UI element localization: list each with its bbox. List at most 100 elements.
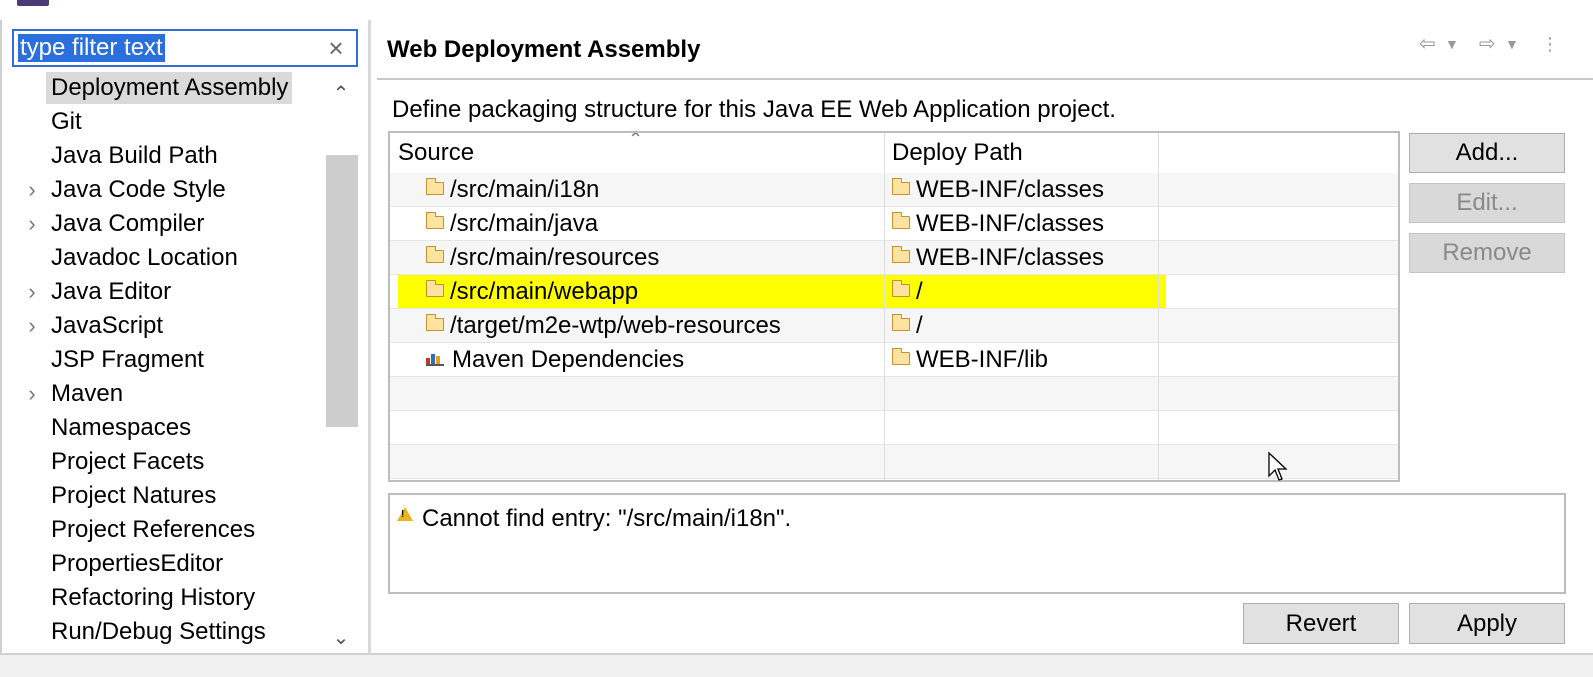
clear-filter-icon[interactable]: ×: [322, 33, 350, 63]
table-header: Source ⌃ Deploy Path: [390, 131, 1398, 173]
tree-item-label: Java Code Style: [51, 176, 226, 203]
remove-button[interactable]: Remove: [1409, 233, 1565, 273]
tree-item-label: Deployment Assembly: [46, 72, 293, 104]
folder-icon: [425, 212, 444, 230]
tree-item[interactable]: › Java Compiler: [2, 207, 324, 241]
source-path: /src/main/resources: [450, 244, 660, 271]
page-description: Define packaging structure for this Java…: [392, 96, 1116, 123]
folder-icon: [425, 280, 444, 298]
deploy-path: /: [916, 278, 923, 305]
title-separator: [377, 78, 1593, 80]
tree-item-label: Project Natures: [51, 482, 217, 509]
revert-button[interactable]: Revert: [1243, 603, 1399, 644]
page-title: Web Deployment Assembly: [387, 36, 701, 63]
table-row[interactable]: /target/m2e-wtp/web-resources /: [390, 309, 1398, 343]
tree-item-label: Git: [51, 108, 82, 135]
tree-scrollbar[interactable]: ⌃ ⌄: [324, 71, 358, 653]
more-options-icon[interactable]: ⋮: [1541, 32, 1559, 56]
deploy-path: WEB-INF/lib: [916, 346, 1048, 373]
tree-item-label: Java Build Path: [51, 142, 218, 169]
add-button[interactable]: Add...: [1409, 133, 1565, 173]
tree-item[interactable]: › Maven: [2, 377, 324, 411]
forward-arrow-icon[interactable]: ⇨: [1479, 32, 1496, 56]
expand-chevron-icon[interactable]: ›: [22, 211, 42, 237]
expand-chevron-icon[interactable]: ›: [22, 177, 42, 203]
deploy-path: /: [916, 312, 923, 339]
table-row[interactable]: [390, 377, 1398, 411]
tree-item-label: Run/Debug Settings: [51, 618, 266, 645]
back-arrow-icon[interactable]: ⇦: [1419, 32, 1436, 56]
warning-icon: [397, 507, 413, 521]
folder-icon: [425, 246, 444, 264]
preferences-tree-pane: type filter text × Deployment Assembly Gi…: [0, 20, 368, 653]
tree-item-label: Java Editor: [51, 278, 172, 305]
table-row[interactable]: [390, 411, 1398, 445]
tree-item[interactable]: Project Facets: [2, 445, 324, 479]
source-path: /target/m2e-wtp/web-resources: [450, 312, 781, 339]
source-path: /src/main/java: [450, 210, 599, 237]
tree-item-label: Refactoring History: [51, 584, 256, 611]
scrollbar-thumb[interactable]: [326, 155, 358, 427]
deploy-path: WEB-INF/classes: [916, 244, 1105, 271]
tree-item[interactable]: Git: [2, 105, 324, 139]
folder-icon: [891, 212, 910, 230]
tree-item-label: Java Compiler: [51, 210, 205, 237]
sort-ascending-icon: ⌃: [628, 131, 644, 149]
tree-item-label: Namespaces: [51, 414, 192, 441]
folder-icon: [891, 348, 910, 366]
source-path: /src/main/webapp: [450, 278, 639, 305]
folder-icon: [891, 314, 910, 332]
deploy-path-cell: WEB-INF/classes: [891, 241, 1105, 275]
folder-icon: [891, 246, 910, 264]
tree-item[interactable]: Project References: [2, 513, 324, 547]
tree-item[interactable]: › Java Editor: [2, 275, 324, 309]
mouse-cursor-icon: [1268, 451, 1288, 481]
edit-button[interactable]: Edit...: [1409, 183, 1565, 223]
tree-item-label: JavaScript: [51, 312, 164, 339]
source-path: Maven Dependencies: [452, 346, 685, 373]
message-area: ! Cannot find entry: "/src/main/i18n".: [388, 493, 1566, 594]
column-header-deploy-path[interactable]: Deploy Path: [884, 133, 1158, 173]
deploy-path-cell: /: [891, 309, 923, 343]
library-icon: [426, 352, 446, 366]
filter-input-text[interactable]: type filter text: [18, 34, 165, 62]
table-row[interactable]: Maven Dependencies WEB-INF/lib: [390, 343, 1398, 377]
expand-chevron-icon[interactable]: ›: [22, 381, 42, 407]
warning-icon-mark: !: [401, 509, 405, 520]
table-row[interactable]: [390, 445, 1398, 479]
dialog-bottom-bar: [0, 653, 1593, 677]
table-row[interactable]: /src/main/resources WEB-INF/classes: [390, 241, 1398, 275]
tree-item-label: Javadoc Location: [51, 244, 238, 271]
tree-item-label: Project References: [51, 516, 256, 543]
assembly-table: Source ⌃ Deploy Path /src/main/i18n WEB-I…: [388, 131, 1400, 482]
tree-item-label: JSP Fragment: [51, 346, 204, 373]
table-row[interactable]: /src/main/i18n WEB-INF/classes: [390, 173, 1398, 207]
tree-item[interactable]: Java Build Path: [2, 139, 324, 173]
deploy-path: WEB-INF/classes: [916, 176, 1105, 203]
tree-item-label: Project Facets: [51, 448, 205, 475]
warning-message: Cannot find entry: "/src/main/i18n".: [422, 505, 792, 532]
tree-item[interactable]: Javadoc Location: [2, 241, 324, 275]
deploy-path-cell: WEB-INF/classes: [891, 207, 1104, 241]
tree-item[interactable]: Namespaces: [2, 411, 324, 445]
tree-item[interactable]: › JavaScript: [2, 309, 324, 343]
tree-item[interactable]: JSP Fragment: [2, 343, 324, 377]
tree-item[interactable]: › Java Code Style: [2, 173, 324, 207]
tree-item[interactable]: Project Natures: [2, 479, 324, 513]
tree-item[interactable]: Deployment Assembly: [2, 71, 324, 105]
tree-item[interactable]: Run/Debug Settings: [2, 615, 324, 649]
expand-chevron-icon[interactable]: ›: [22, 279, 42, 305]
tree-item[interactable]: PropertiesEditor: [2, 547, 324, 581]
tree-item[interactable]: Refactoring History: [2, 581, 324, 615]
back-menu-chevron-icon[interactable]: ▼: [1445, 32, 1459, 56]
filter-input[interactable]: type filter text ×: [12, 29, 358, 67]
table-row[interactable]: /src/main/java WEB-INF/classes: [390, 207, 1398, 241]
deploy-path-cell: WEB-INF/lib: [891, 343, 1048, 377]
scroll-up-icon[interactable]: ⌃: [324, 79, 358, 109]
apply-button[interactable]: Apply: [1409, 603, 1565, 644]
forward-menu-chevron-icon[interactable]: ▼: [1505, 32, 1519, 56]
table-row[interactable]: /src/main/webapp /: [390, 275, 1398, 309]
scroll-down-icon[interactable]: ⌄: [324, 623, 358, 653]
expand-chevron-icon[interactable]: ›: [22, 313, 42, 339]
folder-icon: [425, 314, 444, 332]
